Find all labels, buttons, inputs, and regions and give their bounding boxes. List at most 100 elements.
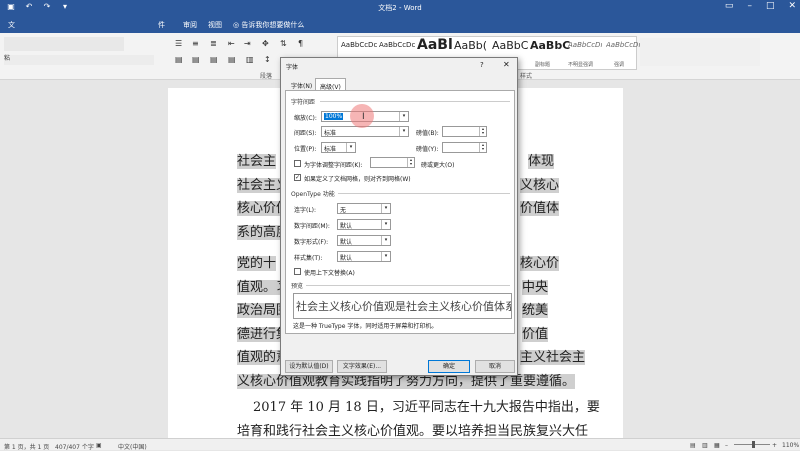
ribbon-tabs: 文 件 审阅 视图 ◎ 告诉我你想要做什么 xyxy=(0,15,800,33)
help-button[interactable]: ? xyxy=(480,61,484,69)
contextual-checkbox[interactable] xyxy=(294,268,301,275)
scale-label: 缩放(C): xyxy=(294,115,317,122)
spacing-value: 标准 xyxy=(324,130,337,137)
minimize-icon[interactable]: – xyxy=(747,1,752,11)
ligatures-value: 无 xyxy=(340,207,347,214)
grid-checkbox[interactable]: ✓ xyxy=(294,174,301,181)
spin-arrows-icon[interactable]: ▴ ▾ xyxy=(479,127,486,136)
grid-label: 如果定义了文档网格，则对齐到网格(W) xyxy=(304,176,411,183)
justify-icon[interactable]: ▤ xyxy=(228,55,236,64)
web-layout-icon[interactable]: ▦ xyxy=(714,442,720,449)
zoom-level[interactable]: 110% xyxy=(782,442,799,449)
chevron-down-icon[interactable]: ▾ xyxy=(346,143,355,152)
align-center-icon[interactable]: ▤ xyxy=(192,55,200,64)
ribbon-display-icon[interactable]: ▭ xyxy=(725,1,734,11)
spacing-by-label: 磅值(B): xyxy=(416,130,439,137)
stylesets-combo[interactable]: 默认 ▾ xyxy=(337,251,391,262)
stylesets-label: 样式集(T): xyxy=(294,255,323,262)
title-bar: ▣ ↶ ↷ ▾ 文档2 - Word ▭ – □ ✕ xyxy=(0,0,800,15)
preview-box: 社会主义核心价值观是社会主义核心价值体系的 xyxy=(293,293,512,319)
position-by-spinner[interactable]: ▴ ▾ xyxy=(442,142,487,153)
font-controls-blurred xyxy=(4,37,124,51)
preview-note: 这是一种 TrueType 字体，同时适用于屏幕和打印机。 xyxy=(293,323,438,330)
styles-group-label: 样式 xyxy=(520,73,533,80)
chevron-down-icon[interactable]: ▾ xyxy=(399,112,408,121)
chevron-down-icon[interactable]: ▾ xyxy=(381,252,390,261)
doc-line: 2017 年 10 月 18 日，习近平同志在十九大报告中指出，要 xyxy=(253,400,600,415)
chevron-down-icon[interactable]: ▾ xyxy=(381,204,390,213)
position-combo[interactable]: 标准 ▾ xyxy=(321,142,356,153)
kerning-checkbox[interactable] xyxy=(294,160,301,167)
show-marks-icon[interactable]: ¶ xyxy=(298,39,303,48)
kerning-spinner[interactable]: ▴ ▾ xyxy=(370,157,415,168)
doc-line-right: 义核心 xyxy=(520,178,560,193)
char-spacing-header: 字符间距 xyxy=(291,99,316,106)
set-default-button[interactable]: 设为默认值(D) xyxy=(285,360,333,373)
spacing-combo[interactable]: 标准 ▾ xyxy=(321,126,409,137)
dialog-title: 字体 xyxy=(286,64,299,71)
font-dialog: 字体 ? ✕ 字体(N) 高级(V) 字符间距 缩放(C): 100% ▾ 间距… xyxy=(280,57,518,376)
doc-line: 义核心价值观教育实践指明了努力方向，提供了重要遵循。 xyxy=(237,374,576,389)
spin-arrows-icon[interactable]: ▴ ▾ xyxy=(407,158,414,167)
text-effects-button[interactable]: 文字效果(E)... xyxy=(337,360,387,373)
sort-icon[interactable]: ⇅ xyxy=(280,39,287,48)
read-mode-icon[interactable]: ▤ xyxy=(690,442,696,449)
decrease-indent-icon[interactable]: ⇤ xyxy=(228,39,235,48)
kerning-suffix: 磅或更大(O) xyxy=(421,162,455,169)
numbering-icon[interactable]: ≡ xyxy=(192,39,199,48)
chinese-layout-icon[interactable]: ✥ xyxy=(262,39,269,48)
zoom-slider-thumb[interactable] xyxy=(752,441,755,448)
style-item[interactable]: AaBbC xyxy=(530,39,570,52)
tab-mailings[interactable]: 件 xyxy=(158,20,165,30)
style-name: 副标题 xyxy=(535,62,551,68)
tell-me-box[interactable]: ◎ 告诉我你想要做什么 xyxy=(233,20,304,30)
style-item[interactable]: AaBbCcDc xyxy=(379,41,415,49)
line-spacing-icon[interactable]: ↕ xyxy=(264,55,271,64)
cancel-button[interactable]: 取消 xyxy=(475,360,515,373)
ok-button[interactable]: 确定 xyxy=(428,360,470,373)
scale-value: 100% xyxy=(324,113,344,120)
maximize-icon[interactable]: □ xyxy=(766,1,775,11)
increase-indent-icon[interactable]: ⇥ xyxy=(244,39,251,48)
dialog-close-icon[interactable]: ✕ xyxy=(503,60,510,69)
doc-line-right: 价值 xyxy=(522,327,549,342)
style-item[interactable]: AaBbCcDı xyxy=(606,41,640,49)
doc-line-right: 统美 xyxy=(522,303,549,318)
print-layout-icon[interactable]: ▥ xyxy=(702,442,708,449)
divider xyxy=(320,101,510,102)
numforms-label: 数字形式(F): xyxy=(294,239,329,246)
format-controls-blurred xyxy=(4,55,154,65)
divider xyxy=(306,285,510,286)
position-value: 标准 xyxy=(324,146,337,153)
align-left-icon[interactable]: ▤ xyxy=(175,55,183,64)
bullets-icon[interactable]: ☰ xyxy=(175,39,182,48)
chevron-down-icon[interactable]: ▾ xyxy=(399,127,408,136)
zoom-in-button[interactable]: + xyxy=(772,442,777,449)
align-right-icon[interactable]: ▤ xyxy=(210,55,218,64)
spin-arrows-icon[interactable]: ▴ ▾ xyxy=(479,143,486,152)
close-icon[interactable]: ✕ xyxy=(788,1,796,11)
ligatures-combo[interactable]: 无 ▾ xyxy=(337,203,391,214)
style-item[interactable]: AaBb( xyxy=(454,39,487,52)
style-item[interactable]: AaBbC xyxy=(492,39,528,52)
doc-line: 党的十 xyxy=(237,256,277,271)
chevron-down-icon[interactable]: ▾ xyxy=(381,236,390,245)
numforms-combo[interactable]: 默认 ▾ xyxy=(337,235,391,246)
style-item[interactable]: AaBbCcDc xyxy=(341,41,377,49)
style-item[interactable]: AaBl xyxy=(417,37,453,53)
tab-file[interactable]: 文 xyxy=(8,20,15,30)
chevron-down-icon[interactable]: ▾ xyxy=(381,220,390,229)
proofing-icon[interactable]: ▣ xyxy=(96,442,102,449)
style-item[interactable]: AaBbCcDı xyxy=(568,41,602,49)
distribute-icon[interactable]: ▥ xyxy=(246,55,254,64)
tab-review[interactable]: 审阅 xyxy=(183,20,197,30)
zoom-out-button[interactable]: – xyxy=(725,442,728,449)
spacing-by-spinner[interactable]: ▴ ▾ xyxy=(442,126,487,137)
tab-view[interactable]: 视图 xyxy=(208,20,222,30)
multilevel-icon[interactable]: ≣ xyxy=(210,39,217,48)
window-title: 文档2 - Word xyxy=(378,4,422,12)
paste-label[interactable]: 粘 xyxy=(4,53,10,62)
numspacing-combo[interactable]: 默认 ▾ xyxy=(337,219,391,230)
divider xyxy=(338,193,510,194)
position-by-label: 磅值(Y): xyxy=(416,146,439,153)
